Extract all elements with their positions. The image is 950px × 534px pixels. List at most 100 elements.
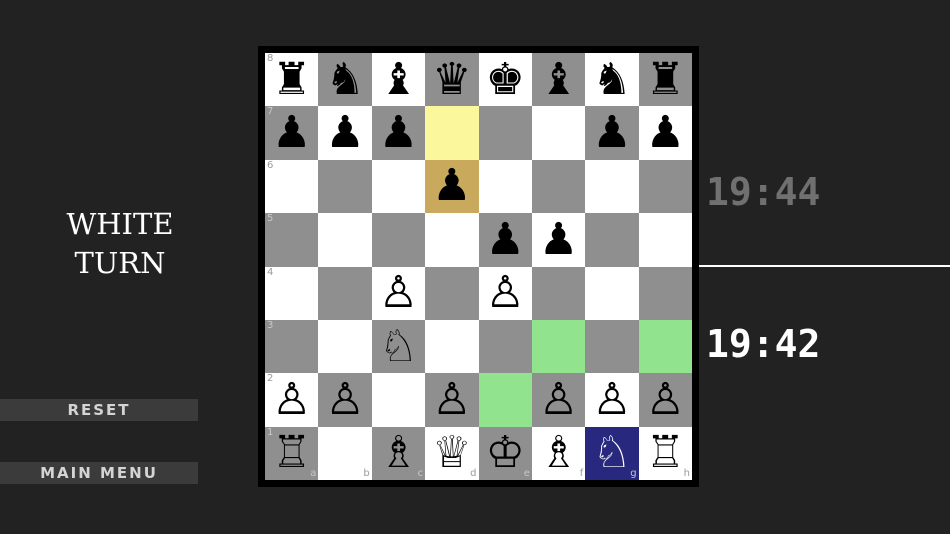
square-e3[interactable] [478, 319, 532, 374]
square-a1[interactable]: 1 a ♖ [265, 426, 319, 481]
square-d7[interactable] [425, 106, 479, 160]
square-g7[interactable]: ♟ [585, 106, 639, 160]
square-b4[interactable] [318, 266, 372, 320]
square-b8[interactable]: ♞ [318, 53, 372, 107]
square-e5[interactable]: ♟ [478, 213, 532, 267]
square-b5[interactable] [318, 213, 372, 267]
square-h5[interactable] [638, 213, 693, 267]
black-piece-icon[interactable]: ♚ [479, 53, 532, 106]
square-c3[interactable]: ♘ [371, 319, 426, 374]
white-piece-icon[interactable]: ♖ [265, 427, 318, 480]
square-d6[interactable]: ♟ [425, 159, 479, 214]
white-piece-icon[interactable]: ♙ [265, 373, 318, 426]
black-piece-icon[interactable]: ♟ [265, 106, 318, 159]
square-a8[interactable]: 8 ♜ [265, 53, 319, 107]
square-c6[interactable] [371, 159, 426, 214]
square-e2[interactable] [478, 373, 532, 427]
black-piece-icon[interactable]: ♝ [532, 53, 585, 106]
reset-button[interactable]: RESET [0, 399, 198, 421]
square-c2[interactable] [371, 373, 426, 427]
white-piece-icon[interactable]: ♙ [585, 373, 638, 426]
square-d8[interactable]: ♛ [425, 53, 479, 107]
square-a4[interactable]: 4 [265, 266, 319, 320]
black-piece-icon[interactable]: ♞ [585, 53, 638, 106]
square-f2[interactable]: ♙ [531, 373, 586, 427]
white-piece-icon[interactable]: ♙ [532, 373, 585, 426]
white-piece-icon[interactable]: ♖ [639, 427, 692, 480]
square-h3[interactable] [638, 319, 693, 374]
player-clock: 19:42 [706, 322, 821, 366]
black-piece-icon[interactable]: ♞ [318, 53, 371, 106]
square-f6[interactable] [531, 159, 586, 214]
black-piece-icon[interactable]: ♝ [372, 53, 425, 106]
square-e6[interactable] [478, 159, 532, 214]
square-e4[interactable]: ♙ [478, 266, 532, 320]
square-g1[interactable]: g ♘ [585, 426, 639, 481]
square-h2[interactable]: ♙ [638, 373, 693, 427]
white-piece-icon[interactable]: ♗ [532, 427, 585, 480]
black-piece-icon[interactable]: ♟ [639, 106, 692, 159]
square-g2[interactable]: ♙ [585, 373, 639, 427]
square-f5[interactable]: ♟ [531, 213, 586, 267]
black-piece-icon[interactable]: ♜ [639, 53, 692, 106]
black-piece-icon[interactable]: ♟ [318, 106, 371, 159]
square-h7[interactable]: ♟ [638, 106, 693, 160]
white-piece-icon[interactable]: ♔ [479, 427, 532, 480]
black-piece-icon[interactable]: ♟ [479, 213, 532, 266]
square-b6[interactable] [318, 159, 372, 214]
square-e8[interactable]: ♚ [478, 53, 532, 107]
square-g6[interactable] [585, 159, 639, 214]
square-h8[interactable]: ♜ [638, 53, 693, 107]
black-piece-icon[interactable]: ♟ [585, 106, 638, 159]
square-f3[interactable] [531, 319, 586, 374]
white-piece-icon[interactable]: ♘ [585, 427, 638, 480]
square-b3[interactable] [318, 319, 372, 374]
square-f4[interactable] [531, 266, 586, 320]
square-a5[interactable]: 5 [265, 213, 319, 267]
square-c4[interactable]: ♙ [371, 266, 426, 320]
white-piece-icon[interactable]: ♙ [318, 373, 371, 426]
square-a7[interactable]: 7 ♟ [265, 106, 319, 160]
main-menu-button[interactable]: MAIN MENU [0, 462, 198, 484]
square-f8[interactable]: ♝ [531, 53, 586, 107]
square-b2[interactable]: ♙ [318, 373, 372, 427]
square-d5[interactable] [425, 213, 479, 267]
white-piece-icon[interactable]: ♘ [372, 320, 425, 373]
square-a2[interactable]: 2 ♙ [265, 373, 319, 427]
black-piece-icon[interactable]: ♛ [425, 53, 478, 106]
square-g3[interactable] [585, 319, 639, 374]
white-piece-icon[interactable]: ♙ [479, 267, 532, 320]
white-piece-icon[interactable]: ♙ [425, 373, 478, 426]
black-piece-icon[interactable]: ♟ [532, 213, 585, 266]
square-h1[interactable]: h ♖ [638, 426, 693, 481]
black-piece-icon[interactable]: ♜ [265, 53, 318, 106]
square-f1[interactable]: f ♗ [531, 426, 586, 481]
square-g5[interactable] [585, 213, 639, 267]
square-d3[interactable] [425, 319, 479, 374]
square-a3[interactable]: 3 [265, 319, 319, 374]
square-b1[interactable]: b [318, 426, 372, 481]
square-h4[interactable] [638, 266, 693, 320]
white-piece-icon[interactable]: ♕ [425, 427, 478, 480]
square-a6[interactable]: 6 [265, 159, 319, 214]
square-g4[interactable] [585, 266, 639, 320]
square-d2[interactable]: ♙ [425, 373, 479, 427]
square-d1[interactable]: d ♕ [425, 426, 479, 481]
square-h6[interactable] [638, 159, 693, 214]
square-e7[interactable] [478, 106, 532, 160]
black-piece-icon[interactable]: ♟ [372, 106, 425, 159]
square-d4[interactable] [425, 266, 479, 320]
square-g8[interactable]: ♞ [585, 53, 639, 107]
square-c5[interactable] [371, 213, 426, 267]
square-b7[interactable]: ♟ [318, 106, 372, 160]
rank-label: 5 [267, 213, 274, 225]
white-piece-icon[interactable]: ♙ [372, 267, 425, 320]
black-piece-icon[interactable]: ♟ [425, 160, 478, 213]
square-c8[interactable]: ♝ [371, 53, 426, 107]
square-c7[interactable]: ♟ [371, 106, 426, 160]
square-e1[interactable]: e ♔ [478, 426, 532, 481]
square-f7[interactable] [531, 106, 586, 160]
square-c1[interactable]: c ♗ [371, 426, 426, 481]
white-piece-icon[interactable]: ♗ [372, 427, 425, 480]
white-piece-icon[interactable]: ♙ [639, 373, 692, 426]
